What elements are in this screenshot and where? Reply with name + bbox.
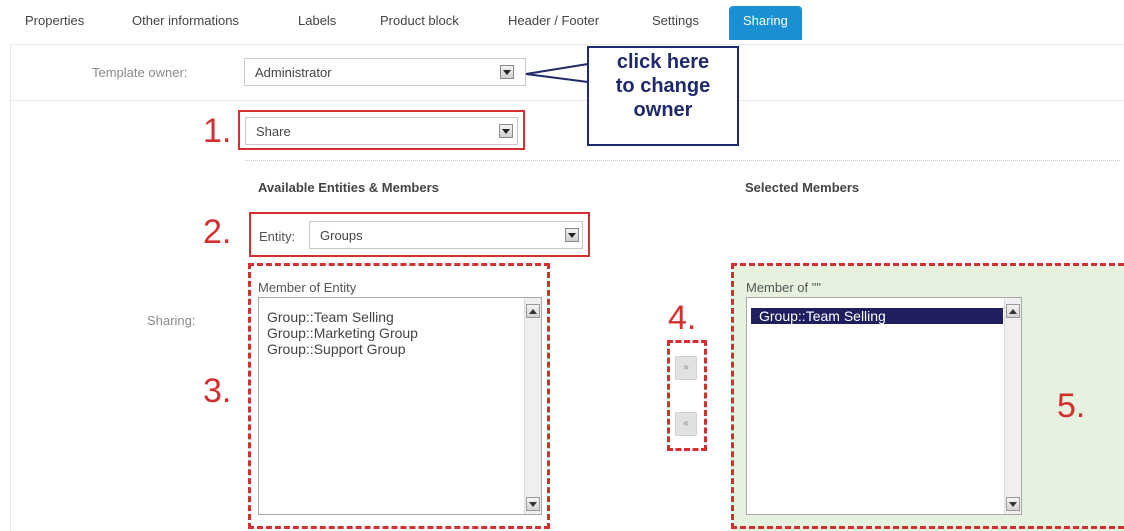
template-owner-label: Template owner:	[92, 65, 188, 80]
entity-label: Entity:	[259, 229, 296, 244]
scroll-up-icon[interactable]	[526, 304, 540, 318]
scrollbar[interactable]	[524, 298, 541, 514]
template-owner-select[interactable]: Administrator	[244, 58, 526, 86]
annotation-1: 1.	[203, 112, 232, 150]
tab-product-block[interactable]: Product block	[380, 13, 459, 28]
sharing-label: Sharing:	[147, 313, 196, 328]
template-owner-value: Administrator	[255, 65, 332, 80]
annotation-3: 3.	[203, 372, 232, 410]
entity-value: Groups	[320, 228, 363, 243]
scroll-down-icon[interactable]	[1006, 497, 1020, 511]
list-item[interactable]: Group::Marketing Group	[259, 325, 541, 341]
available-members-list[interactable]: Group::Team Selling Group::Marketing Gro…	[258, 297, 542, 515]
tab-header-footer[interactable]: Header / Footer	[508, 13, 599, 28]
selected-heading: Selected Members	[745, 180, 860, 195]
annotation-5: 5.	[1057, 387, 1086, 425]
callout-line-1: click here	[616, 51, 710, 73]
remove-member-button[interactable]: «	[675, 412, 697, 436]
list-item[interactable]: Group::Team Selling	[259, 309, 541, 325]
annotation-2: 2.	[203, 213, 232, 251]
share-mode-value: Share	[256, 124, 291, 139]
add-member-button[interactable]: »	[675, 356, 697, 380]
selected-members-list[interactable]: Group::Team Selling	[746, 297, 1022, 515]
scroll-up-icon[interactable]	[1006, 304, 1020, 318]
member-of-entity-label: Member of Entity	[258, 280, 357, 295]
available-heading: Available Entities & Members	[258, 180, 439, 195]
list-item-selected[interactable]: Group::Team Selling	[751, 308, 1003, 324]
member-of-selected-label: Member of ""	[746, 280, 821, 295]
chevron-down-icon	[565, 228, 579, 242]
chevron-down-icon	[500, 65, 514, 79]
callout-pointer	[525, 63, 589, 83]
change-owner-callout: click here to change owner	[587, 46, 739, 146]
tab-labels[interactable]: Labels	[298, 13, 336, 28]
scroll-down-icon[interactable]	[526, 497, 540, 511]
chevron-down-icon	[499, 124, 513, 138]
share-mode-select[interactable]: Share	[245, 117, 518, 145]
scrollbar[interactable]	[1004, 298, 1021, 514]
callout-line-3: owner	[633, 99, 693, 121]
dotted-divider	[245, 160, 1120, 161]
tab-properties[interactable]: Properties	[25, 13, 84, 28]
annotation-4: 4.	[668, 299, 697, 337]
tab-bar: Properties Other informations Labels Pro…	[0, 0, 1124, 44]
tab-settings[interactable]: Settings	[652, 13, 699, 28]
list-item[interactable]: Group::Support Group	[259, 341, 541, 357]
callout-line-2: to change	[615, 75, 711, 97]
entity-select[interactable]: Groups	[309, 221, 583, 249]
tab-other-informations[interactable]: Other informations	[132, 13, 239, 28]
tab-sharing[interactable]: Sharing	[729, 6, 802, 40]
divider	[10, 100, 1124, 101]
